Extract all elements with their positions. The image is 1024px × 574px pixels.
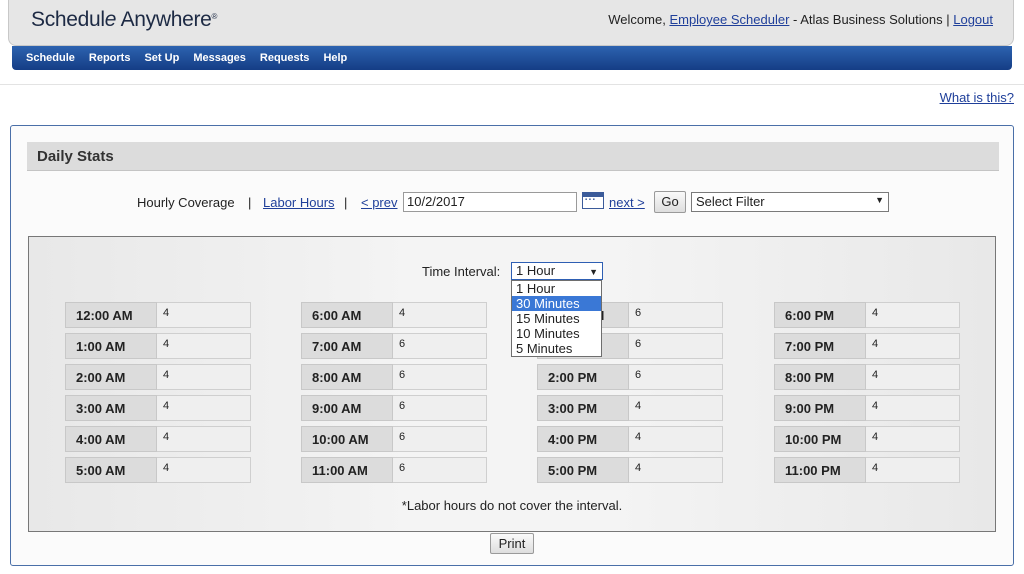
organization-text: - Atlas Business Solutions | xyxy=(793,12,950,27)
staff-count-value: 4 xyxy=(157,302,251,328)
welcome-text: Welcome, xyxy=(608,12,666,27)
staff-count-value: 4 xyxy=(866,333,960,359)
time-interval-option[interactable]: 5 Minutes xyxy=(512,341,601,356)
staff-count-value: 6 xyxy=(629,364,723,390)
staff-count-value: 4 xyxy=(157,457,251,483)
separator: | xyxy=(248,195,252,210)
staff-count-value: 6 xyxy=(393,333,487,359)
staff-count-value: 6 xyxy=(393,457,487,483)
nav-messages[interactable]: Messages xyxy=(193,46,246,70)
staff-count-value: 4 xyxy=(866,426,960,452)
page-title: Daily Stats xyxy=(37,148,114,165)
time-slot-label: 11:00 PM xyxy=(774,457,866,483)
labor-hours-link[interactable]: Labor Hours xyxy=(263,195,335,210)
nav-help[interactable]: Help xyxy=(323,46,347,70)
staff-count-value: 6 xyxy=(393,364,487,390)
time-slot-label: 1:00 AM xyxy=(65,333,157,359)
nav-setup[interactable]: Set Up xyxy=(144,46,179,70)
logo-text-e: e xyxy=(104,8,117,31)
time-interval-option[interactable]: 15 Minutes xyxy=(512,311,601,326)
time-slot-label: 6:00 AM xyxy=(301,302,393,328)
staff-count-value: 4 xyxy=(866,364,960,390)
print-button[interactable]: Print xyxy=(490,533,534,554)
filter-select[interactable]: Select Filter ▼ xyxy=(691,192,889,212)
time-slot-label: 6:00 PM xyxy=(774,302,866,328)
time-slot-label: 5:00 AM xyxy=(65,457,157,483)
time-interval-label: Time Interval: xyxy=(422,264,501,279)
staff-count-value: 6 xyxy=(393,426,487,452)
separator: | xyxy=(344,195,348,210)
logout-link[interactable]: Logout xyxy=(953,12,993,27)
date-field[interactable]: 10/2/2017 xyxy=(403,192,577,212)
staff-count-value: 4 xyxy=(866,457,960,483)
time-interval-options: 1 Hour 30 Minutes 15 Minutes 10 Minutes 5 Mi… xyxy=(511,280,602,357)
time-slot-label: 7:00 AM xyxy=(301,333,393,359)
staff-count-value: 4 xyxy=(157,333,251,359)
time-slot-label: 2:00 PM xyxy=(537,364,629,390)
footnote: *Labor hours do not cover the interval. xyxy=(401,498,623,513)
nav-requests[interactable]: Requests xyxy=(260,46,310,70)
logo-text-prefix: Schedul xyxy=(31,8,105,31)
time-slot-label: 9:00 AM xyxy=(301,395,393,421)
welcome-bar: Welcome, Employee Scheduler - Atlas Busi… xyxy=(608,12,993,27)
time-slot-label: 7:00 PM xyxy=(774,333,866,359)
time-interval-select[interactable]: 1 Hour ▼ xyxy=(511,262,603,280)
next-day-link[interactable]: next > xyxy=(609,195,645,210)
staff-count-value: 4 xyxy=(157,426,251,452)
time-slot-label: 2:00 AM xyxy=(65,364,157,390)
time-slot-label: 4:00 AM xyxy=(65,426,157,452)
time-interval-option[interactable]: 10 Minutes xyxy=(512,326,601,341)
stats-controls: Hourly Coverage | Labor Hours | < prev 1… xyxy=(11,191,1015,214)
prev-day-link[interactable]: < prev xyxy=(361,195,398,210)
time-slot-label: 9:00 PM xyxy=(774,395,866,421)
calendar-icon[interactable] xyxy=(582,192,604,209)
panel-titlebar: Daily Stats xyxy=(27,142,999,171)
time-slot-label: 8:00 PM xyxy=(774,364,866,390)
staff-count-value: 4 xyxy=(157,364,251,390)
staff-count-value: 6 xyxy=(629,333,723,359)
time-slot-label: 10:00 AM xyxy=(301,426,393,452)
time-slot-label: 5:00 PM xyxy=(537,457,629,483)
hourly-coverage-label: Hourly Coverage xyxy=(137,195,235,210)
staff-count-value: 4 xyxy=(629,395,723,421)
time-interval-option[interactable]: 1 Hour xyxy=(512,281,601,296)
time-interval-option[interactable]: 30 Minutes xyxy=(512,296,601,311)
time-slot-label: 3:00 PM xyxy=(537,395,629,421)
nav-reports[interactable]: Reports xyxy=(89,46,131,70)
staff-count-value: 4 xyxy=(393,302,487,328)
main-nav: Schedule Reports Set Up Messages Requests Hel… xyxy=(12,46,1012,70)
dropdown-arrow-icon: ▼ xyxy=(589,267,598,277)
staff-count-value: 6 xyxy=(393,395,487,421)
dropdown-arrow-icon: ▼ xyxy=(875,195,884,205)
staff-count-value: 4 xyxy=(157,395,251,421)
go-button[interactable]: Go xyxy=(654,191,686,213)
schedule-anywhere-logo[interactable]: Schedule Anywhere® xyxy=(31,8,217,32)
staff-count-value: 4 xyxy=(866,395,960,421)
logo-text-suffix: Anywhere xyxy=(116,8,212,31)
time-interval-selected: 1 Hour xyxy=(516,263,556,278)
time-slot-label: 4:00 PM xyxy=(537,426,629,452)
filter-selected-value: Select Filter xyxy=(696,194,765,209)
time-slot-label: 8:00 AM xyxy=(301,364,393,390)
user-profile-link[interactable]: Employee Scheduler xyxy=(669,12,789,27)
time-slot-label: 10:00 PM xyxy=(774,426,866,452)
time-slot-label: 12:00 AM xyxy=(65,302,157,328)
staff-count-value: 4 xyxy=(629,426,723,452)
what-is-this-link[interactable]: What is this? xyxy=(940,90,1014,105)
staff-count-value: 4 xyxy=(629,457,723,483)
nav-schedule[interactable]: Schedule xyxy=(26,46,75,70)
logo-registered-mark: ® xyxy=(211,12,218,21)
time-slot-label: 11:00 AM xyxy=(301,457,393,483)
app-header: Schedule Anywhere® Welcome, Employee Sch… xyxy=(8,0,1014,46)
divider xyxy=(0,84,1024,85)
staff-count-value: 4 xyxy=(866,302,960,328)
staff-count-value: 6 xyxy=(629,302,723,328)
time-slot-label: 3:00 AM xyxy=(65,395,157,421)
